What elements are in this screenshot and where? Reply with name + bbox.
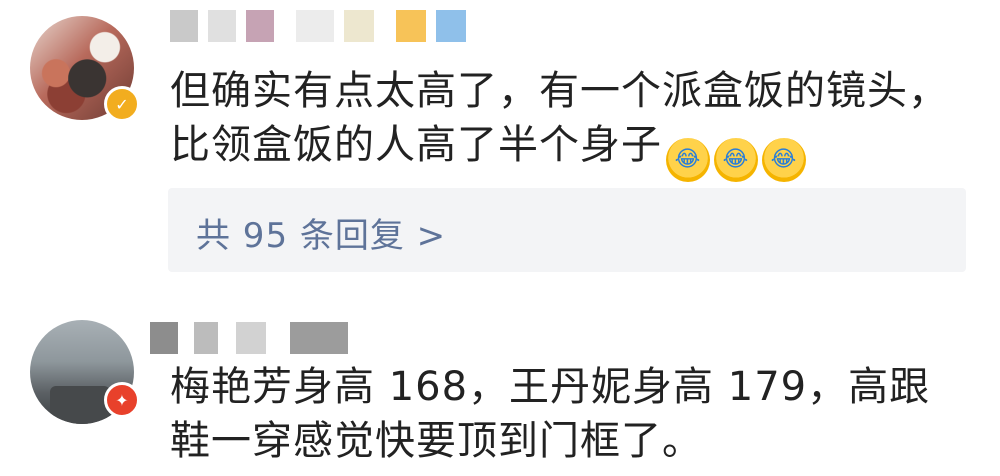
member-badge-icon: ✦ — [104, 382, 140, 418]
reply-summary-box[interactable]: 共 95 条回复 > — [168, 188, 966, 272]
blurred-name-block — [436, 10, 466, 42]
blurred-name-block — [246, 10, 274, 42]
laugh-cry-emoji-icon: 😂 — [762, 138, 806, 182]
reply-summary-link[interactable]: 共 95 条回复 > — [196, 208, 446, 257]
comment-body: 但确实有点太高了，有一个派盒饭的镜头，比领盒饭的人高了半个身子 — [170, 68, 949, 168]
blurred-name-block — [296, 10, 334, 42]
comment-text: 但确实有点太高了，有一个派盒饭的镜头，比领盒饭的人高了半个身子 😂 😂 😂 — [170, 64, 960, 182]
blurred-name-block — [194, 322, 218, 354]
username-blurred[interactable] — [150, 322, 348, 354]
blurred-name-block — [344, 10, 374, 42]
blurred-name-block — [396, 10, 426, 42]
comment-item: ✓ 但确实有点太高了，有一个派盒饭的镜头，比领盒饭的人高了半个身子 😂 😂 😂 共 9… — [0, 0, 1000, 300]
blurred-name-block — [150, 322, 178, 354]
blurred-name-block — [170, 10, 198, 42]
blurred-name-block — [290, 322, 348, 354]
verified-badge-icon: ✓ — [104, 86, 140, 122]
blurred-name-block — [236, 322, 266, 354]
laugh-cry-emoji-icon: 😂 — [666, 138, 710, 182]
laugh-cry-emoji-icon: 😂 — [714, 138, 758, 182]
comment-item: ✦ 梅艳芳身高 168，王丹妮身高 179，高跟鞋一穿感觉快要顶到门框了。 — [0, 300, 1000, 476]
username-blurred[interactable] — [170, 10, 466, 42]
comment-text: 梅艳芳身高 168，王丹妮身高 179，高跟鞋一穿感觉快要顶到门框了。 — [170, 364, 931, 464]
blurred-name-block — [208, 10, 236, 42]
